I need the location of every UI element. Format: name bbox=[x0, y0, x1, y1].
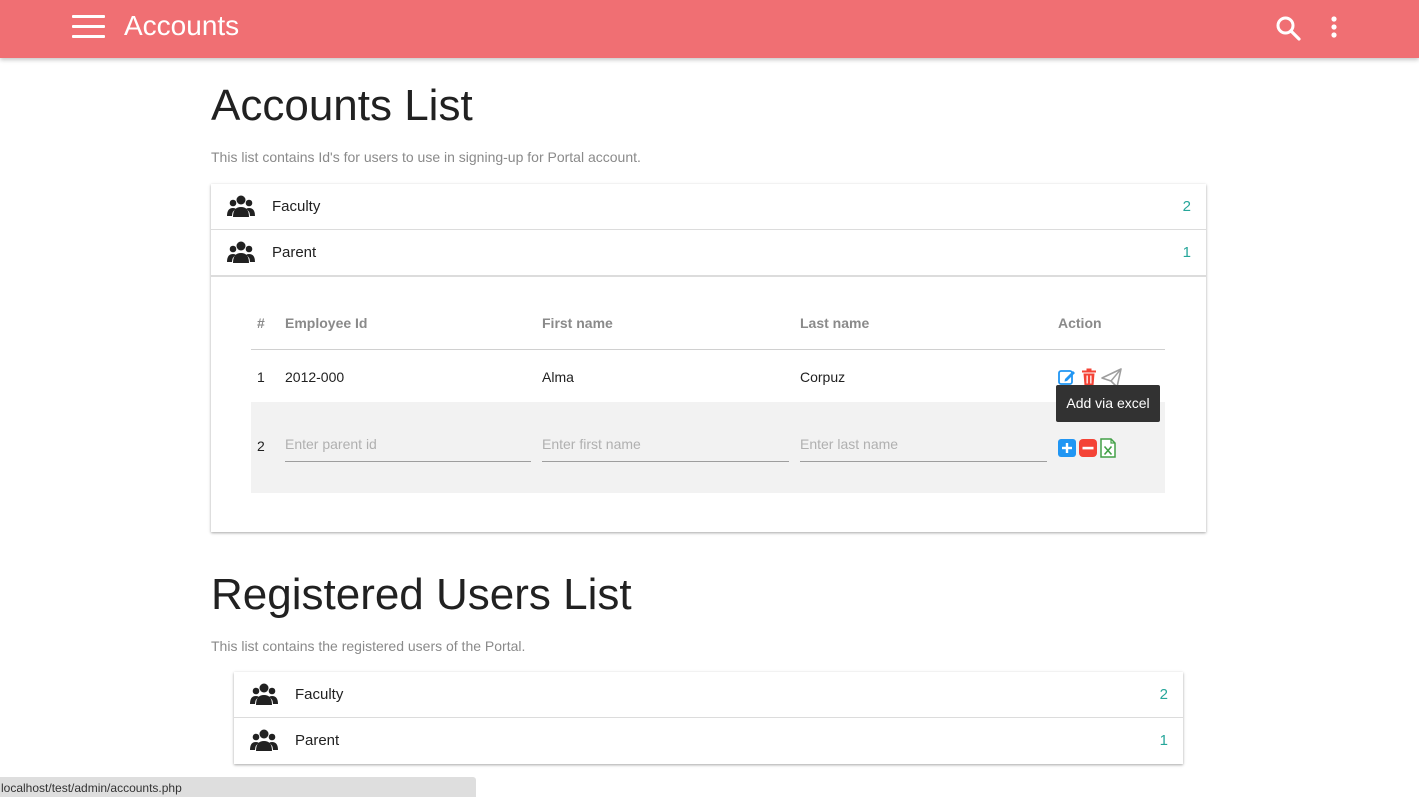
app-bar-title: Accounts bbox=[124, 10, 240, 41]
accounts-list-title: Accounts List bbox=[211, 81, 473, 130]
row-number: 1 bbox=[257, 369, 265, 385]
accounts-group-parent[interactable]: Parent 1 bbox=[211, 230, 1206, 276]
trash-icon[interactable] bbox=[1080, 368, 1098, 386]
accounts-group-count: 1 bbox=[1182, 244, 1191, 261]
users-group-icon bbox=[250, 683, 278, 705]
accounts-card: Faculty 2 Parent 1 # Employee Id First n… bbox=[211, 184, 1206, 532]
registered-group-count: 1 bbox=[1159, 732, 1168, 749]
registered-group-faculty[interactable]: Faculty 2 bbox=[234, 672, 1183, 718]
app-bar: Accounts bbox=[0, 0, 1419, 58]
last-name-input[interactable] bbox=[800, 426, 1047, 462]
registered-users-description: This list contains the registered users … bbox=[211, 638, 526, 654]
accounts-group-label: Faculty bbox=[272, 198, 321, 215]
first-name-cell: Alma bbox=[542, 369, 574, 385]
add-via-excel-tooltip: Add via excel bbox=[1056, 385, 1160, 422]
users-group-icon bbox=[227, 241, 255, 263]
registered-group-label: Faculty bbox=[295, 686, 344, 703]
more-vertical-icon[interactable] bbox=[1322, 14, 1346, 42]
excel-icon[interactable] bbox=[1100, 438, 1116, 458]
minus-square-icon[interactable] bbox=[1079, 439, 1097, 457]
row-number: 2 bbox=[257, 438, 265, 454]
column-header-first-name: First name bbox=[542, 315, 613, 331]
registered-group-count: 2 bbox=[1159, 686, 1168, 703]
plus-square-icon[interactable] bbox=[1058, 439, 1076, 457]
registered-users-card: Faculty 2 Parent 1 bbox=[234, 672, 1183, 764]
table-header: # Employee Id First name Last name Actio… bbox=[251, 277, 1165, 350]
edit-icon[interactable] bbox=[1058, 368, 1076, 386]
column-header-action: Action bbox=[1058, 315, 1102, 331]
hamburger-icon[interactable] bbox=[72, 15, 105, 39]
new-parent-row: 2 bbox=[251, 402, 1165, 493]
search-icon[interactable] bbox=[1274, 14, 1302, 42]
column-header-num: # bbox=[257, 315, 265, 331]
registered-group-parent[interactable]: Parent 1 bbox=[234, 718, 1183, 764]
users-group-icon bbox=[227, 195, 255, 217]
registered-users-title: Registered Users List bbox=[211, 570, 632, 619]
first-name-input[interactable] bbox=[542, 426, 789, 462]
accounts-group-count: 2 bbox=[1182, 198, 1191, 215]
users-group-icon bbox=[250, 729, 278, 751]
accounts-list-description: This list contains Id's for users to use… bbox=[211, 149, 641, 165]
accounts-group-label: Parent bbox=[272, 244, 317, 261]
parent-id-input[interactable] bbox=[285, 426, 531, 462]
status-bar-url: localhost/test/admin/accounts.php bbox=[0, 777, 476, 797]
table-row: 1 2012-000 Alma Corpuz bbox=[251, 350, 1165, 402]
column-header-employee-id: Employee Id bbox=[285, 315, 368, 331]
column-header-last-name: Last name bbox=[800, 315, 870, 331]
accounts-group-faculty[interactable]: Faculty 2 bbox=[211, 184, 1206, 230]
employee-id-cell: 2012-000 bbox=[285, 369, 345, 385]
last-name-cell: Corpuz bbox=[800, 369, 846, 385]
registered-group-label: Parent bbox=[295, 732, 340, 749]
